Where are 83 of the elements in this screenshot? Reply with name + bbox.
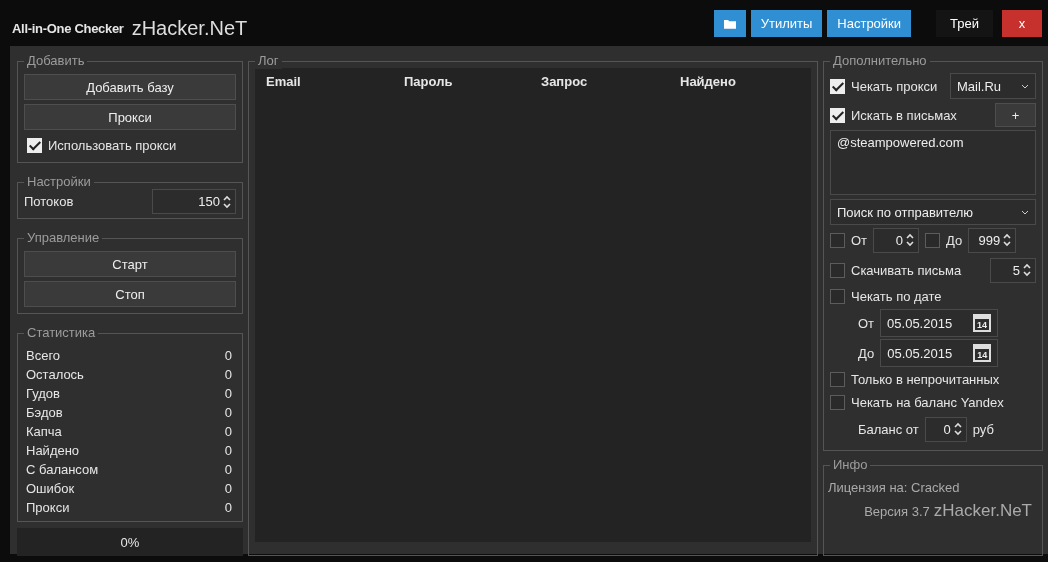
group-title: Настройки — [24, 174, 94, 190]
stat-label: Осталось — [26, 366, 84, 384]
stat-value: 0 — [224, 499, 232, 517]
checkbox[interactable] — [925, 232, 941, 248]
calendar-icon[interactable]: 14 — [973, 314, 992, 332]
stat-label: Ошибок — [26, 480, 75, 498]
stat-label: Гудов — [26, 385, 60, 403]
toolbar-button[interactable]: Утилиты — [750, 10, 823, 37]
spin-arrows-icon[interactable] — [906, 233, 915, 247]
spin-arrows-icon[interactable] — [1023, 263, 1031, 277]
stat-value: 0 — [224, 442, 232, 460]
spin-arrows-icon[interactable] — [223, 194, 231, 209]
group-title: Управление — [24, 230, 103, 246]
stat-value: 0 — [224, 461, 232, 479]
stat-value: 0 — [224, 385, 232, 403]
number-field[interactable]: 150 — [152, 189, 236, 214]
stat-value: 0 — [224, 423, 232, 441]
brand-text: zHacker.NeT — [933, 501, 1032, 521]
group-title: Инфо — [830, 457, 871, 473]
text-area[interactable]: @steampowered.com — [830, 130, 1036, 195]
checkbox[interactable] — [830, 289, 845, 304]
group-title: Дополнительно — [830, 53, 930, 69]
spin-arrows-icon[interactable] — [1003, 233, 1012, 247]
checkbox[interactable] — [830, 395, 845, 410]
toolbar-button[interactable]: Настройки — [827, 10, 912, 37]
date-field[interactable]: 05.05.2015 14 — [880, 309, 999, 337]
stat-value: 0 — [224, 404, 232, 422]
column-header: Пароль — [404, 74, 454, 89]
tray-button[interactable]: Трей — [936, 10, 993, 37]
stat-label: С балансом — [26, 461, 99, 479]
stat-label: Капча — [26, 423, 62, 441]
date-field[interactable]: 05.05.2015 14 — [880, 339, 999, 367]
license-text: Лицензия на: Cracked — [828, 480, 961, 495]
calendar-icon[interactable]: 14 — [973, 344, 992, 362]
group-title: Лог — [255, 53, 282, 69]
group-title: Добавить — [24, 53, 88, 69]
checkbox-label: До — [946, 232, 963, 248]
stat-value: 0 — [224, 347, 232, 365]
spin-arrows-icon[interactable] — [953, 422, 962, 436]
checkbox-label: Только в непрочитанных — [851, 372, 1000, 387]
window-title: All-in-One Checker — [12, 20, 124, 36]
checkbox-label: Искать в письмах — [851, 107, 957, 123]
folder-button[interactable] — [713, 10, 746, 37]
action-button[interactable]: Старт — [24, 251, 236, 277]
action-button[interactable]: Прокси — [24, 104, 236, 130]
checkbox-label: Чекать на баланс Yandex — [851, 395, 1004, 410]
version-text: Версия 3.7 — [864, 504, 930, 519]
chevron-icon — [1021, 83, 1029, 89]
checkbox[interactable] — [830, 372, 845, 387]
brand-text: zHacker.NeT — [131, 16, 248, 40]
number-field[interactable]: 0 — [873, 227, 920, 253]
checkbox-label: Скачивать письма — [851, 262, 962, 278]
number-field[interactable]: 0 — [924, 416, 967, 442]
number-field[interactable]: 5 — [990, 257, 1036, 283]
stat-label: Всего — [26, 347, 61, 365]
checkbox-label: От — [851, 232, 868, 248]
stat-value: 0 — [224, 480, 232, 498]
checkbox[interactable] — [830, 262, 845, 278]
checkbox[interactable] — [830, 232, 845, 248]
checkbox-label: Чекать по дате — [851, 289, 942, 304]
number-field[interactable]: 999 — [968, 227, 1017, 253]
field-label: Потоков — [24, 194, 74, 209]
progress-label: 0% — [120, 534, 140, 550]
column-header: Запрос — [541, 74, 589, 89]
add-button[interactable]: + — [995, 103, 1036, 127]
unit-label: руб — [972, 421, 994, 437]
stat-label: Бэдов — [26, 404, 63, 422]
field-label: До — [858, 345, 875, 361]
chevron-icon — [1021, 209, 1029, 215]
stat-label: Прокси — [26, 499, 70, 517]
action-button[interactable]: Стоп — [24, 281, 236, 307]
stat-label: Найдено — [26, 442, 80, 460]
action-button[interactable]: Добавить базу — [24, 74, 236, 100]
stat-value: 0 — [224, 366, 232, 384]
checkbox-label: Чекать прокси — [851, 78, 938, 94]
column-header: Найдено — [680, 74, 737, 89]
dropdown[interactable]: Mail.Ru — [950, 73, 1036, 99]
dropdown[interactable]: Поиск по отправителю — [830, 199, 1036, 225]
close-button[interactable]: x — [1002, 10, 1042, 37]
column-header: Email — [266, 74, 302, 89]
field-label: От — [858, 315, 875, 331]
field-label: Баланс от — [858, 421, 919, 437]
checkbox-label: Использовать прокси — [48, 137, 177, 153]
